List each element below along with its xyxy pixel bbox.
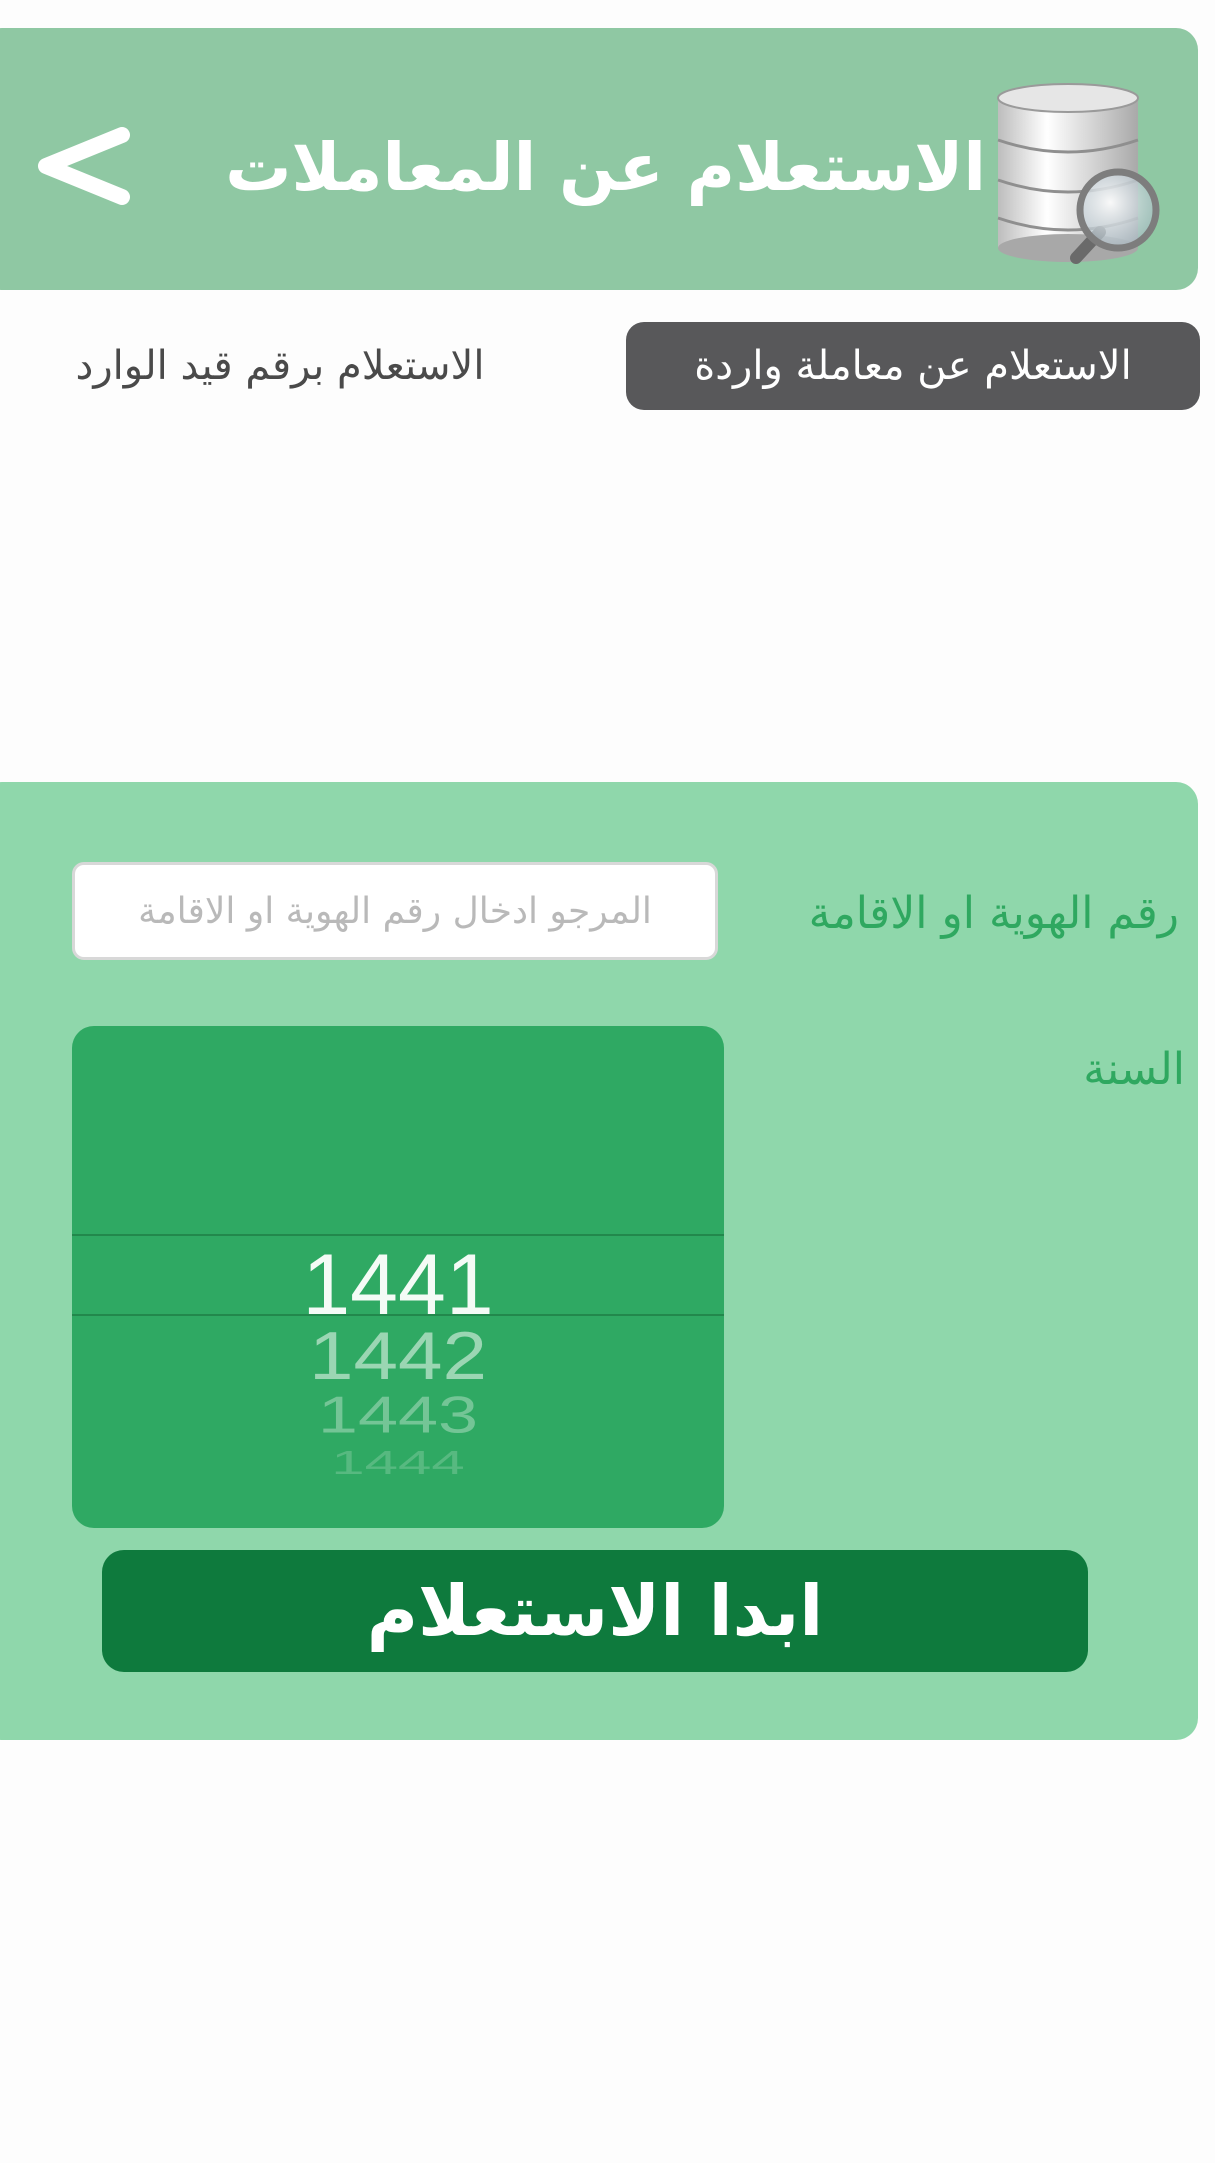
header-bar: الاستعلام عن المعاملات [0, 28, 1198, 290]
year-option[interactable]: 1442 [72, 1317, 724, 1395]
tab-label: الاستعلام عن معاملة واردة [694, 343, 1132, 389]
chevron-left-icon [38, 127, 130, 205]
start-inquiry-button[interactable]: ابدا الاستعلام [102, 1550, 1088, 1672]
back-button[interactable] [26, 111, 136, 221]
start-inquiry-label: ابدا الاستعلام [366, 1570, 824, 1652]
id-number-label: رقم الهوية او الاقامة [808, 888, 1179, 939]
page-title: الاستعلام عن المعاملات [225, 129, 986, 206]
year-label: السنة [1083, 1044, 1185, 1095]
transactions-inquiry-page: الاستعلام عن المعاملات الاستعلام عن معام… [0, 0, 1215, 2163]
year-option[interactable]: 1443 [72, 1385, 724, 1444]
tab-incoming-record-number[interactable]: الاستعلام برقم قيد الوارد [40, 322, 520, 410]
year-option[interactable]: 1444 [72, 1444, 724, 1482]
tab-label: الاستعلام برقم قيد الوارد [75, 343, 485, 389]
tab-incoming-transaction[interactable]: الاستعلام عن معاملة واردة [626, 322, 1200, 410]
database-search-icon [997, 83, 1160, 264]
year-picker[interactable]: 1441 1442 1443 1444 [72, 1026, 724, 1528]
id-number-input[interactable] [72, 862, 718, 960]
